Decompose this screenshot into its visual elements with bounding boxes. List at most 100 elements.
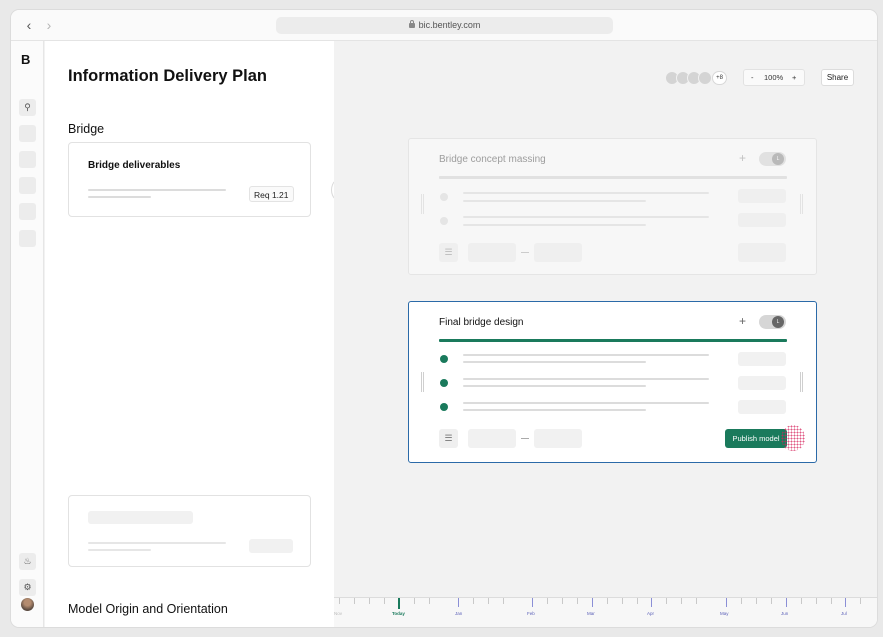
left-rail: B ⚲ ♨ ⚙ <box>11 41 44 627</box>
stage-title: Bridge concept massing <box>439 154 546 165</box>
timeline-tick <box>369 598 370 604</box>
item-placeholder <box>738 213 786 227</box>
user-avatar[interactable] <box>21 598 34 611</box>
timeline-tick <box>339 598 340 604</box>
timeline-label: Nov <box>334 611 343 616</box>
toggle-knob: L <box>772 153 784 165</box>
item-line <box>463 216 709 218</box>
date-separator <box>521 252 529 253</box>
timeline-tick <box>429 598 430 604</box>
timeline-label: Jun <box>781 611 789 616</box>
item-placeholder <box>738 376 786 390</box>
rail-item-1[interactable] <box>19 125 36 142</box>
add-icon[interactable]: + <box>739 314 746 328</box>
timeline-tick-month <box>845 598 846 607</box>
timeline-tick-month <box>532 598 533 607</box>
zoom-control: - 100% + <box>743 69 805 86</box>
date-field-start[interactable] <box>468 243 516 262</box>
timeline-label: Feb <box>527 611 535 616</box>
timeline-tick <box>473 598 474 604</box>
drag-handle-left[interactable] <box>421 194 424 214</box>
timeline-tick-month <box>592 598 593 607</box>
card-line <box>88 196 151 198</box>
toggle-knob: L <box>772 316 784 328</box>
deliverable-card[interactable]: Bridge deliverables Req 1.21 <box>68 142 311 217</box>
timeline-tick <box>741 598 742 604</box>
rail-item-5[interactable] <box>19 230 36 247</box>
stage-card-concept[interactable]: Bridge concept massing + L ☰ <box>408 138 817 275</box>
stage-card-final[interactable]: Final bridge design + L ☰ Publish model <box>408 301 817 463</box>
placeholder-badge <box>249 539 293 553</box>
placeholder-bar <box>88 511 193 524</box>
progress-bar <box>439 339 787 342</box>
timeline-tick-month <box>651 598 652 607</box>
rail-item-4[interactable] <box>19 203 36 220</box>
rail-item-3[interactable] <box>19 177 36 194</box>
item-line <box>463 385 646 387</box>
action-placeholder <box>738 243 786 262</box>
zoom-out-button[interactable]: - <box>751 70 754 85</box>
timeline-tick <box>666 598 667 604</box>
card-title: Bridge deliverables <box>88 160 181 171</box>
item-line <box>463 192 709 194</box>
item-placeholder <box>738 352 786 366</box>
timeline-label-today: Today <box>392 611 405 616</box>
timeline-tick <box>354 598 355 604</box>
item-line <box>463 354 709 356</box>
publish-model-button[interactable]: Publish model <box>725 429 787 448</box>
gear-icon[interactable]: ⚙ <box>19 579 36 596</box>
timeline[interactable]: Nov Today Jan Feb Mar Apr May Jun Jul <box>334 597 877 627</box>
item-line <box>463 200 646 202</box>
card-line <box>88 549 151 551</box>
item-dot <box>440 379 448 387</box>
chevron-right-icon[interactable]: › <box>41 17 57 33</box>
page-title: Information Delivery Plan <box>68 67 267 85</box>
stage-toggle[interactable]: L <box>759 315 786 329</box>
today-marker <box>398 598 400 609</box>
timeline-tick <box>503 598 504 604</box>
requirement-badge: Req 1.21 <box>249 186 294 202</box>
timeline-tick <box>562 598 563 604</box>
timeline-tick-month <box>458 598 459 607</box>
item-line <box>463 378 709 380</box>
stage-title: Final bridge design <box>439 317 524 328</box>
timeline-tick <box>816 598 817 604</box>
timeline-label: Jan <box>455 611 463 616</box>
timeline-label: Apr <box>647 611 655 616</box>
item-line <box>463 409 646 411</box>
address-bar[interactable]: bic.bentley.com <box>276 17 613 34</box>
timeline-tick <box>681 598 682 604</box>
drag-handle-right[interactable] <box>800 372 803 392</box>
timeline-tick <box>414 598 415 604</box>
search-icon[interactable]: ⚲ <box>19 99 36 116</box>
bentley-logo[interactable]: B <box>21 52 30 67</box>
timeline-tick <box>547 598 548 604</box>
date-field-start[interactable] <box>468 429 516 448</box>
timeline-label: Jul <box>841 611 847 616</box>
drag-handle-left[interactable] <box>421 372 424 392</box>
stage-toggle[interactable]: L <box>759 152 786 166</box>
card-line <box>88 189 226 191</box>
chevron-left-icon[interactable]: ‹ <box>21 17 37 33</box>
timeline-tick <box>756 598 757 604</box>
rail-item-2[interactable] <box>19 151 36 168</box>
placeholder-card[interactable] <box>68 495 311 567</box>
date-field-end[interactable] <box>534 429 582 448</box>
bell-icon[interactable]: ♨ <box>19 553 36 570</box>
add-icon[interactable]: + <box>739 151 746 165</box>
timeline-tick <box>488 598 489 604</box>
zoom-in-button[interactable]: + <box>792 70 796 85</box>
timeline-tick <box>771 598 772 604</box>
item-line <box>463 402 709 404</box>
database-icon: ☰ <box>439 243 458 262</box>
drag-handle-right[interactable] <box>800 194 803 214</box>
url-text: bic.bentley.com <box>418 20 481 30</box>
date-field-end[interactable] <box>534 243 582 262</box>
item-line <box>463 224 646 226</box>
progress-bar <box>439 176 787 179</box>
item-placeholder <box>738 189 786 203</box>
more-avatars-count[interactable]: +8 <box>712 71 727 85</box>
item-dot <box>440 355 448 363</box>
share-button[interactable]: Share <box>821 69 854 86</box>
timeline-tick-month <box>786 598 787 607</box>
